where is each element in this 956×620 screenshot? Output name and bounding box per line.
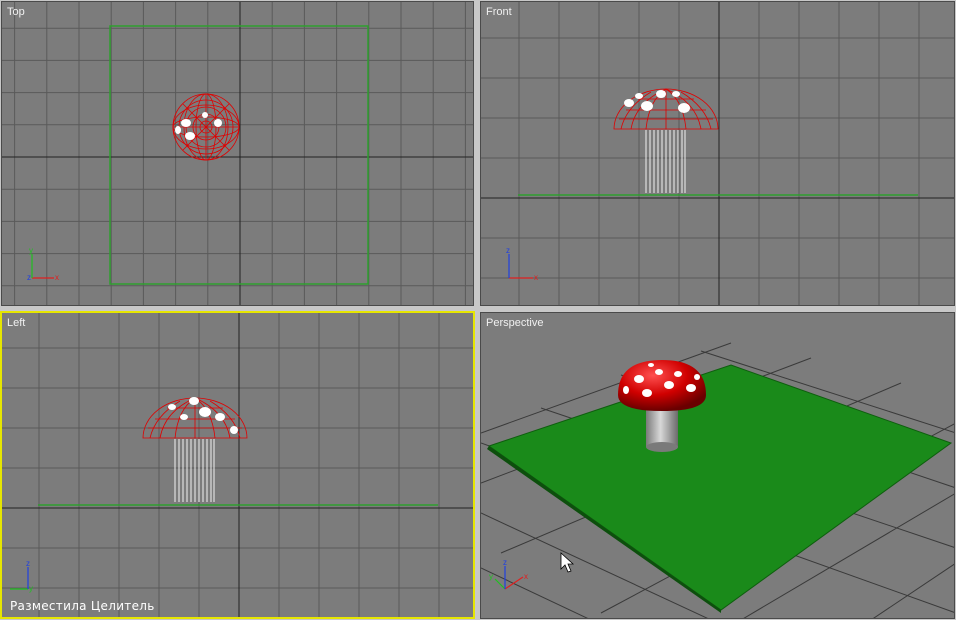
axis-label-z: z <box>26 559 30 568</box>
axis-label-x: x <box>55 273 59 282</box>
mushroom-stem-left <box>174 439 215 502</box>
viewport-front[interactable]: Front x z <box>480 1 955 306</box>
viewport-label-left[interactable]: Left <box>7 317 25 329</box>
viewport-label-front[interactable]: Front <box>486 6 512 18</box>
axis-gizmo-top: x y z <box>27 246 59 282</box>
viewport-top[interactable]: Top x y z <box>1 1 474 306</box>
viewport-perspective[interactable]: Perspective x z y <box>480 312 955 619</box>
mushroom-cap-perspective <box>618 360 706 411</box>
mushroom-cap-top <box>172 93 240 161</box>
axis-label-y: y <box>29 246 33 255</box>
axis-gizmo-front: x z <box>506 246 538 282</box>
axis-label-y: y <box>489 572 493 581</box>
viewport-label-top[interactable]: Top <box>7 6 25 18</box>
viewport-perspective-canvas: x z y <box>481 342 954 618</box>
axis-label-z: z <box>506 246 510 255</box>
axis-label-x: x <box>534 273 538 282</box>
ground-plane-top <box>109 25 369 285</box>
viewport-front-canvas: x z <box>481 2 954 305</box>
ground-plane-perspective <box>487 364 953 611</box>
viewport-left-canvas: y z <box>2 313 473 617</box>
axis-label-z: z <box>27 273 31 282</box>
mushroom-cap-front <box>613 88 719 130</box>
viewport-label-perspective[interactable]: Perspective <box>486 317 543 329</box>
author-caption: Разместила Целитель <box>10 599 155 613</box>
axis-label-x: x <box>524 572 528 581</box>
axis-label-z: z <box>503 558 507 567</box>
mouse-cursor-icon <box>560 552 575 573</box>
viewport-top-canvas: x y z <box>2 2 473 305</box>
viewport-left[interactable]: Left y z Разместила Целитель <box>0 311 475 619</box>
axis-label-y: y <box>29 584 33 593</box>
axis-gizmo-perspective: x z y <box>489 558 528 590</box>
